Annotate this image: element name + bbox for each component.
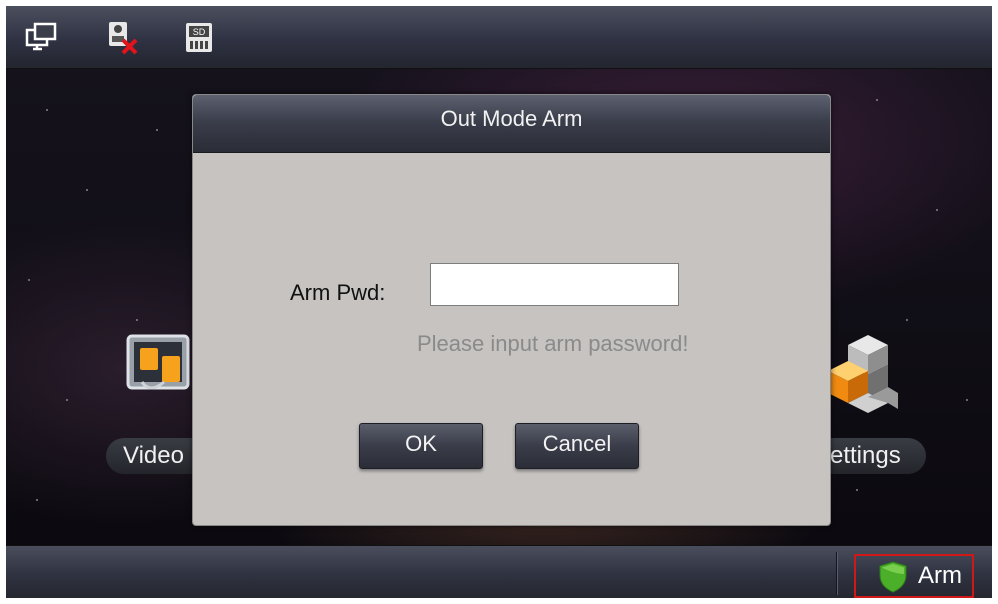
out-mode-arm-dialog: Out Mode Arm Arm Pwd: Please input arm p… (192, 94, 831, 526)
arm-password-input[interactable] (430, 263, 679, 306)
arm-label: Arm (918, 562, 962, 589)
sd-card-icon[interactable]: SD (182, 20, 218, 56)
shield-icon (878, 561, 908, 593)
settings-cubes-icon (824, 331, 902, 421)
cancel-button[interactable]: Cancel (515, 423, 639, 469)
top-status-bar: SD (6, 6, 992, 69)
sd-card-error-icon[interactable] (105, 20, 141, 56)
bottom-bar: Arm (6, 545, 992, 598)
dialog-title: Out Mode Arm (193, 95, 830, 153)
divider (836, 552, 837, 595)
svg-text:SD: SD (193, 27, 206, 37)
monitor-icon[interactable] (24, 20, 60, 56)
arm-button[interactable]: Arm (854, 554, 974, 598)
password-hint: Please input arm password! (417, 331, 689, 356)
video-talk-icon (126, 334, 196, 404)
ok-button[interactable]: OK (359, 423, 483, 469)
screen: SD Video ettings Arm Out Mode Arm Arm Pw… (6, 6, 992, 598)
arm-pwd-label: Arm Pwd: (290, 280, 386, 305)
